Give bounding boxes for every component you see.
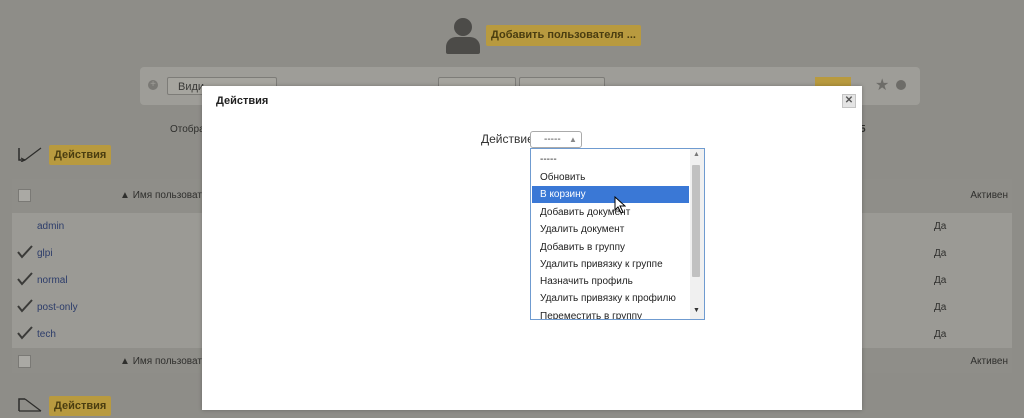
scroll-thumb[interactable] (692, 165, 700, 277)
reset-icon[interactable] (896, 80, 906, 90)
dropdown-option[interactable]: Добавить в группу (532, 239, 689, 256)
actions-button-top[interactable]: Действия (49, 145, 112, 165)
action-label: Действие (481, 132, 534, 146)
dropdown-option[interactable]: Удалить документ (532, 221, 689, 238)
check-icon[interactable] (17, 299, 33, 313)
check-icon[interactable] (17, 272, 33, 286)
active-value: Да (934, 248, 947, 259)
dropdown-option[interactable]: Назначить профиль (532, 273, 689, 290)
arrow-up-icon (18, 398, 42, 412)
dropdown-option[interactable]: Обновить (532, 169, 689, 186)
col-footer-active[interactable]: Активен (970, 356, 1008, 367)
active-value: Да (934, 302, 947, 313)
dropdown-option[interactable]: Удалить привязку к группе (532, 256, 689, 273)
add-user-button[interactable]: Добавить пользователя ... (486, 25, 641, 46)
select-all-checkbox[interactable] (18, 189, 31, 202)
username-link[interactable]: normal (37, 275, 68, 286)
action-select-value: ----- (544, 134, 561, 145)
add-criteria-icon[interactable]: + (148, 80, 158, 90)
avatar-body (446, 37, 480, 54)
col-header-active[interactable]: Активен (970, 190, 1008, 201)
mouse-cursor-icon (614, 196, 626, 214)
arrow-down-icon (18, 147, 42, 162)
dropdown-scrollbar[interactable]: ▲ ▼ (690, 149, 704, 319)
check-icon[interactable] (17, 326, 33, 340)
actions-dialog: Действия ✕ Действие ----- ▲ ----- Обнови… (202, 86, 862, 410)
active-value: Да (934, 221, 947, 232)
active-value: Да (934, 275, 947, 286)
active-value: Да (934, 329, 947, 340)
display-label: Отобра (170, 124, 205, 135)
select-all-checkbox-footer[interactable] (18, 355, 31, 368)
scroll-up-icon[interactable]: ▲ (693, 151, 700, 158)
scroll-down-icon[interactable]: ▼ (693, 307, 700, 314)
actions-button-bottom[interactable]: Действия (49, 396, 112, 416)
avatar-head (454, 18, 472, 36)
action-dropdown-list[interactable]: ----- Обновить В корзину Добавить докуме… (530, 148, 705, 320)
col-footer-name[interactable]: ▲ Имя пользовател (120, 356, 213, 367)
star-icon[interactable]: ★ (875, 77, 889, 95)
username-link[interactable]: tech (37, 329, 56, 340)
action-select[interactable]: ----- ▲ (530, 131, 582, 148)
dropdown-option[interactable]: ----- (532, 151, 689, 168)
dialog-title: Действия (216, 95, 269, 107)
username-link[interactable]: glpi (37, 248, 53, 259)
dropdown-option[interactable]: Удалить привязку к профилю (532, 290, 689, 307)
username-link[interactable]: admin (37, 221, 64, 232)
check-icon[interactable] (17, 245, 33, 259)
dropdown-option-selected[interactable]: В корзину (532, 186, 689, 203)
dropdown-option[interactable]: Переместить в группу (532, 308, 689, 319)
dropdown-option[interactable]: Добавить документ (532, 204, 689, 221)
close-icon[interactable]: ✕ (842, 94, 856, 108)
username-link[interactable]: post-only (37, 302, 78, 313)
col-header-name[interactable]: ▲ Имя пользовател (120, 190, 213, 201)
caret-up-icon: ▲ (569, 135, 577, 144)
user-avatar-icon (446, 18, 480, 54)
